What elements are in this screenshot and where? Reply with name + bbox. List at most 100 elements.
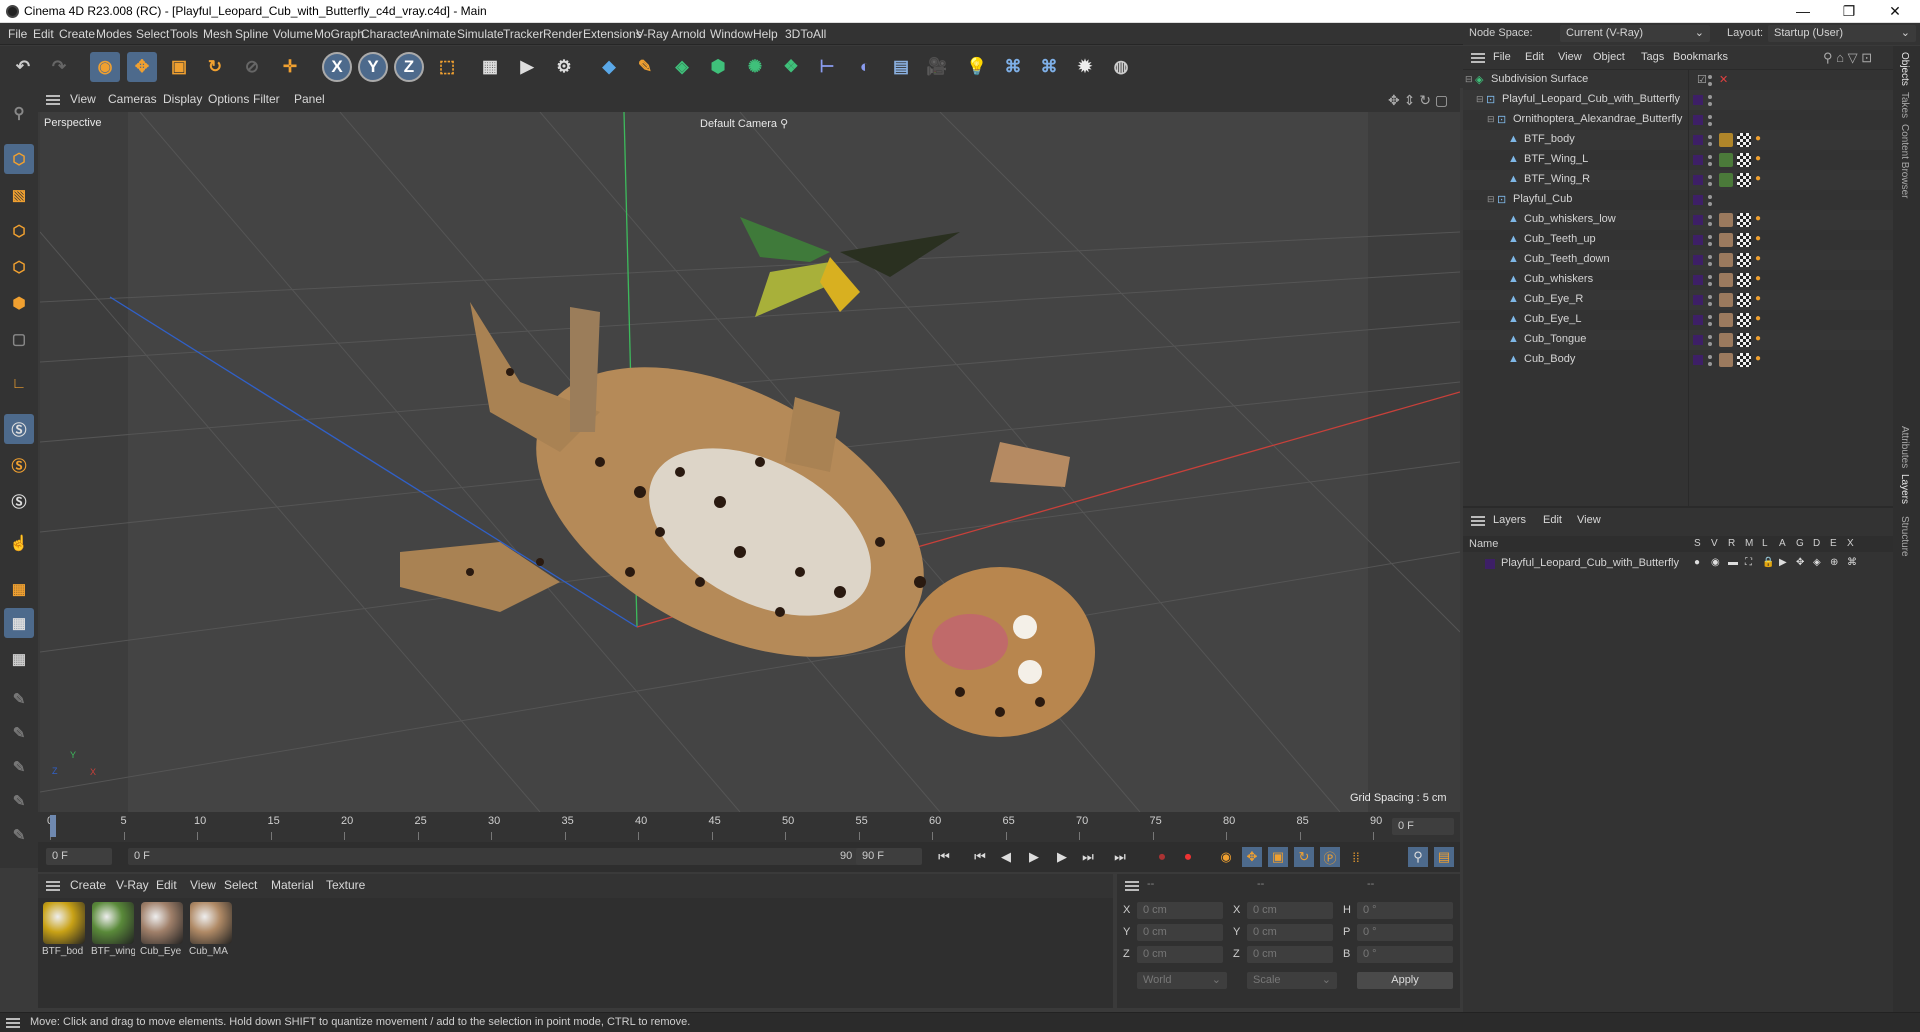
3d-viewport[interactable]: Perspective Default Camera ⚲ Grid Spacin… (40, 112, 1460, 812)
render-visibility-dot[interactable] (1708, 142, 1712, 146)
layer-color-swatch[interactable] (1693, 155, 1703, 165)
vray-tag-icon[interactable] (1737, 153, 1751, 167)
object-row[interactable]: ▲ Cub_Teeth_down ● (1463, 250, 1893, 270)
object-menu-object[interactable]: Object (1593, 51, 1625, 63)
object-name[interactable]: BTF_body (1524, 133, 1575, 145)
layer-color-swatch[interactable] (1693, 295, 1703, 305)
material-tag-icon[interactable] (1719, 173, 1733, 187)
material-tag-icon[interactable] (1719, 213, 1733, 227)
disable-x-icon[interactable]: ✕ (1719, 73, 1728, 86)
key-parameter-icon[interactable]: Ⓟ (1320, 847, 1340, 867)
workplane-icon[interactable]: ▦ (4, 574, 34, 604)
menu-spline[interactable]: Spline (235, 27, 268, 41)
vray-tag-icon[interactable] (1737, 233, 1751, 247)
editor-visibility-dot[interactable] (1708, 95, 1712, 99)
layer-toggle-icon[interactable]: ⛶ (1745, 557, 1752, 568)
object-menu-view[interactable]: View (1558, 51, 1582, 63)
texture-tag-icon[interactable]: ● (1755, 293, 1761, 304)
editor-visibility-dot[interactable] (1708, 195, 1712, 199)
editor-visibility-dot[interactable] (1708, 295, 1712, 299)
viewport-menu-filter[interactable]: Filter (253, 92, 280, 106)
object-name[interactable]: Playful_Leopard_Cub_with_Butterfly (1502, 93, 1680, 105)
vray-tag-icon[interactable] (1737, 333, 1751, 347)
deformer-icon[interactable]: ⊢ (812, 52, 842, 82)
menu-3dtoall[interactable]: 3DToAll (785, 27, 826, 41)
key-rotation-icon[interactable]: ↻ (1294, 847, 1314, 867)
object-row[interactable]: ▲ Cub_Eye_L ● (1463, 310, 1893, 330)
texture-tag-icon[interactable]: ● (1755, 273, 1761, 284)
go-to-start-icon[interactable]: ⏮ (934, 847, 954, 867)
material-tag-icon[interactable] (1719, 273, 1733, 287)
recent-tool-icon[interactable]: ⊘ (237, 52, 267, 82)
menu-file[interactable]: File (8, 27, 27, 41)
layer-toggle-icon[interactable]: ▬ (1728, 557, 1738, 568)
material-tag-icon[interactable] (1719, 293, 1733, 307)
vray-tag-icon[interactable] (1737, 293, 1751, 307)
position-field[interactable]: 0 cm (1137, 946, 1223, 963)
end-frame-field[interactable]: 90 F (856, 848, 922, 865)
layer-toggle-icon[interactable]: ◈ (1813, 557, 1821, 568)
quantize-icon[interactable]: Ⓢ (4, 486, 34, 516)
menu-character[interactable]: Character (361, 27, 414, 41)
close-button[interactable]: ✕ (1872, 0, 1918, 23)
object-name[interactable]: Cub_whiskers_low (1524, 213, 1616, 225)
editor-visibility-dot[interactable] (1708, 175, 1712, 179)
vray-tag-icon[interactable] (1737, 133, 1751, 147)
render-settings-icon[interactable]: ⚙ (549, 52, 579, 82)
menu-create[interactable]: Create (59, 27, 95, 41)
object-row[interactable]: ▲ BTF_body ● (1463, 130, 1893, 150)
size-field[interactable]: 0 cm (1247, 924, 1333, 941)
autokey-icon[interactable]: ⏺ (1178, 847, 1198, 867)
cube-primitive-icon[interactable]: ◆ (594, 52, 624, 82)
object-name[interactable]: Cub_Teeth_down (1524, 253, 1610, 265)
menu-arnold[interactable]: Arnold (671, 27, 706, 41)
layer-menu-edit[interactable]: Edit (1543, 514, 1562, 526)
apply-button[interactable]: Apply (1357, 972, 1453, 989)
tab-structure[interactable]: Structure (1899, 516, 1910, 557)
render-visibility-dot[interactable] (1708, 262, 1712, 266)
object-row[interactable]: ▲ BTF_Wing_R ● (1463, 170, 1893, 190)
play-icon[interactable]: ▶ (1024, 847, 1044, 867)
editor-visibility-dot[interactable] (1708, 315, 1712, 319)
menu-volume[interactable]: Volume (273, 27, 313, 41)
field-icon[interactable]: ◐ (850, 52, 880, 82)
start-frame-field[interactable]: 0 F (46, 848, 112, 865)
edges-mode-icon[interactable]: ⬡ (4, 252, 34, 282)
render-visibility-dot[interactable] (1708, 322, 1712, 326)
layer-color-swatch[interactable] (1693, 175, 1703, 185)
material-tag-icon[interactable] (1719, 153, 1733, 167)
world-dropdown[interactable]: World ⌄ (1137, 972, 1227, 989)
layer-col-l[interactable]: L (1762, 538, 1768, 549)
material-menu-icon[interactable] (46, 881, 60, 891)
material-name[interactable]: Cub_Eye (140, 946, 184, 957)
layer-col-v[interactable]: V (1711, 538, 1718, 549)
object-name[interactable]: Cub_Teeth_up (1524, 233, 1596, 245)
object-row[interactable]: ⊟ ⊡ Playful_Cub (1463, 190, 1893, 210)
layer-toggle-icon[interactable]: ⌘ (1847, 557, 1857, 568)
editor-visibility-dot[interactable] (1708, 355, 1712, 359)
object-row[interactable]: ▲ Cub_Tongue ● (1463, 330, 1893, 350)
move-tool-icon[interactable]: ✥ (127, 52, 157, 82)
motion-system-icon[interactable]: ⚲ (1408, 847, 1428, 867)
layer-toggle-icon[interactable]: ● (1694, 557, 1700, 568)
size-field[interactable]: 0 cm (1247, 946, 1333, 963)
layout-dropdown[interactable]: Startup (User) ⌄ (1768, 25, 1916, 42)
tweak-icon[interactable]: ☝ (4, 528, 34, 558)
object-row[interactable]: ▲ Cub_Body ● (1463, 350, 1893, 370)
editor-visibility-dot[interactable] (1708, 335, 1712, 339)
menu-tools[interactable]: Tools (170, 27, 198, 41)
viewport-nav-icons[interactable]: ✥ ⇕ ↻ ▢ (1388, 92, 1448, 109)
layer-color-swatch[interactable] (1485, 559, 1495, 569)
menu-animate[interactable]: Animate (412, 27, 456, 41)
vray-tag-icon[interactable] (1737, 353, 1751, 367)
layer-color-swatch[interactable] (1693, 195, 1703, 205)
collapse-toggle-icon[interactable]: ⊟ (1487, 114, 1495, 125)
points-mode-icon[interactable]: ⬡ (4, 216, 34, 246)
model-mode-icon[interactable]: ⬡ (4, 144, 34, 174)
x-axis-lock-icon[interactable]: X (322, 52, 352, 82)
editor-visibility-dot[interactable] (1708, 215, 1712, 219)
collapse-toggle-icon[interactable]: ⊟ (1476, 94, 1484, 105)
material-tag-icon[interactable] (1719, 133, 1733, 147)
render-visibility-dot[interactable] (1708, 242, 1712, 246)
make-editable-icon[interactable]: ⚲ (4, 98, 34, 128)
